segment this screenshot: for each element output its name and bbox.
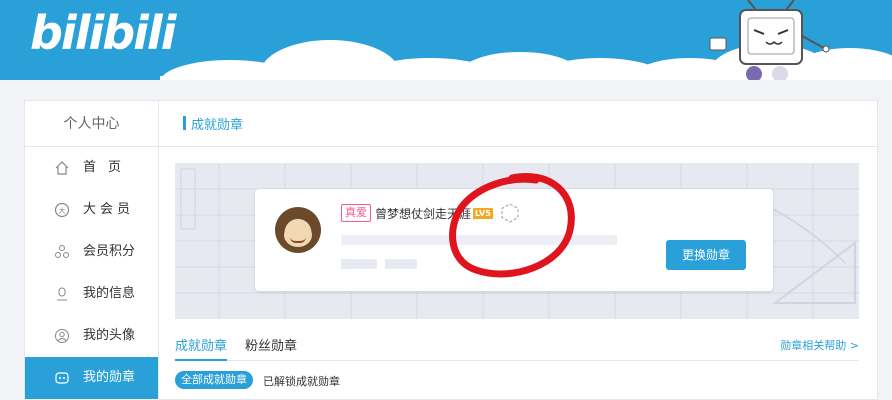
empty-medal-slot-icon[interactable]	[499, 202, 521, 224]
medal-tag: 真爱	[341, 204, 371, 222]
placeholder-bar	[341, 259, 377, 269]
sidebar-item-points[interactable]: 会员积分	[25, 231, 158, 273]
tab-achievement-medals[interactable]: 成就勋章	[175, 335, 228, 361]
main-panel: 个人中心 首页 大 大会员 会员积分 我的信息 我的头像 我的勋章 成就勋章 真…	[24, 100, 878, 400]
tab-fan-medals[interactable]: 粉丝勋章	[245, 335, 297, 361]
medal-filters: 全部成就勋章 已解锁成就勋章	[175, 369, 859, 391]
site-header: bilibili	[0, 0, 892, 80]
placeholder-bar	[341, 235, 617, 245]
username: 曾梦想仗剑走天涯	[375, 207, 472, 221]
sidebar-item-info[interactable]: 我的信息	[25, 273, 158, 315]
sidebar-item-label: 我的信息	[83, 286, 136, 301]
medal-preview-card: 真爱 曾梦想仗剑走天涯 LV5 更换勋章	[255, 189, 773, 291]
placeholder-bar	[385, 259, 417, 269]
title-accent-bar	[183, 116, 186, 130]
user-avatar	[275, 207, 321, 253]
page-title: 成就勋章	[191, 118, 244, 133]
content-header: 成就勋章	[159, 101, 877, 147]
sidebar-item-medals[interactable]: 我的勋章	[25, 357, 158, 399]
content-area: 成就勋章 真爱 曾梦想仗剑走天涯 LV5 更换勋章 成就勋章 粉丝勋章 勋章相关…	[159, 101, 877, 400]
change-medal-button[interactable]: 更换勋章	[666, 240, 746, 270]
filter-unlocked-medals[interactable]: 已解锁成就勋章	[263, 373, 340, 389]
tv-mascot-icon	[709, 0, 830, 80]
sidebar-item-label: 首页	[83, 160, 134, 175]
filter-all-medals[interactable]: 全部成就勋章	[175, 371, 253, 389]
user-icon	[53, 273, 71, 315]
medal-help-link[interactable]: 勋章相关帮助 >	[780, 337, 859, 353]
home-icon	[53, 147, 71, 189]
medal-icon	[53, 357, 71, 399]
sidebar-item-label: 会员积分	[83, 244, 136, 259]
sidebar-item-label: 我的头像	[83, 328, 136, 343]
sidebar-item-label: 大会员	[83, 202, 135, 217]
sidebar-item-label: 我的勋章	[83, 370, 136, 385]
sidebar-item-vip[interactable]: 大 大会员	[25, 189, 158, 231]
vip-icon: 大	[53, 189, 71, 231]
level-badge: LV5	[473, 208, 493, 219]
avatar-icon	[53, 315, 71, 357]
points-icon	[53, 231, 71, 273]
sidebar-title: 个人中心	[25, 101, 158, 147]
sidebar-item-avatar[interactable]: 我的头像	[25, 315, 158, 357]
sidebar-item-home[interactable]: 首页	[25, 147, 158, 189]
svg-text:大: 大	[59, 206, 66, 215]
medal-banner: 真爱 曾梦想仗剑走天涯 LV5 更换勋章	[175, 163, 859, 319]
medal-tabs: 成就勋章 粉丝勋章 勋章相关帮助 >	[175, 331, 859, 361]
bilibili-logo[interactable]: bilibili	[30, 6, 176, 60]
sidebar: 个人中心 首页 大 大会员 会员积分 我的信息 我的头像 我的勋章	[25, 101, 159, 400]
